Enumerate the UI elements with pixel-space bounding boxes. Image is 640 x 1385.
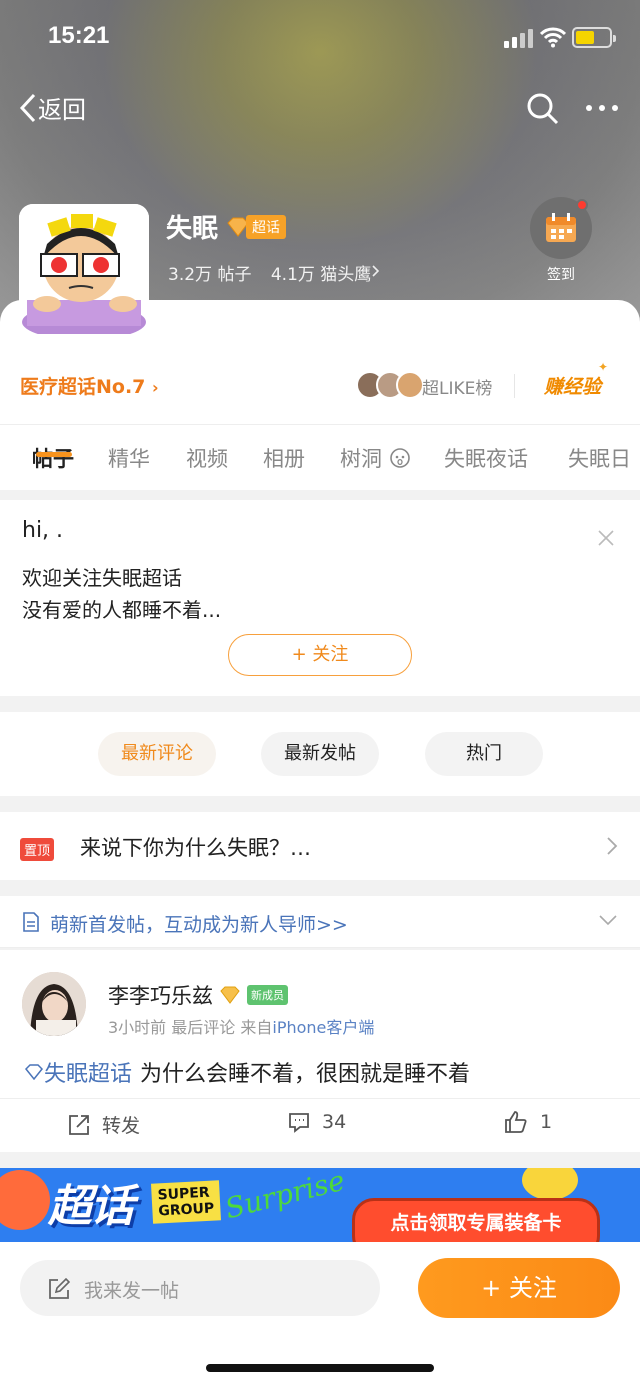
sparkle-icon: ✦: [598, 360, 609, 374]
post-client[interactable]: iPhone客户端: [272, 1018, 374, 1037]
avatar: [396, 371, 424, 399]
banner-logo: 超话: [48, 1181, 134, 1232]
like-rank-label[interactable]: 超LIKE榜: [422, 374, 492, 399]
battery-icon: [572, 27, 616, 48]
pinned-title[interactable]: 来说下你为什么失眠？…: [80, 832, 311, 862]
post-content: 为什么会睡不着，很困就是睡不着: [140, 1062, 471, 1087]
tab-video[interactable]: 视频: [186, 443, 228, 473]
chevron-right-icon: [372, 265, 380, 277]
like-avatars[interactable]: [356, 371, 424, 399]
filter-latest-post[interactable]: 最新发帖: [261, 732, 379, 776]
welcome-follow-button[interactable]: + 关注: [228, 634, 412, 676]
back-button[interactable]: 返回: [18, 90, 86, 125]
avatar[interactable]: [22, 972, 86, 1036]
wifi-icon: [540, 27, 566, 48]
signin-label: 签到: [547, 267, 575, 283]
pinned-tag: 置顶: [20, 838, 55, 861]
filter-latest-comment[interactable]: 最新评论: [98, 732, 216, 776]
notification-dot: [576, 199, 588, 211]
welcome-line1: 欢迎关注失眠超话: [22, 566, 182, 590]
post-time: 3小时前 最后评论: [108, 1018, 236, 1037]
welcome-line2: 没有爱的人都睡不着...: [22, 598, 222, 622]
chaohua-badge-label: 超话: [246, 214, 287, 239]
nav-bar: 返回: [0, 84, 640, 132]
comment-icon: [289, 1113, 309, 1133]
followers-count: 4.1万 猫头鹰: [270, 265, 372, 285]
posts-count: 3.2万 帖子: [168, 265, 252, 285]
new-member-badge: 新成员: [247, 985, 288, 1005]
close-icon[interactable]: [596, 528, 616, 548]
topic-name: 失眠: [166, 214, 219, 244]
tab-indicator: [36, 452, 72, 457]
share-icon: [69, 1114, 89, 1135]
home-indicator: [206, 1364, 434, 1372]
post-username-row[interactable]: 李李巧乐兹 新成员: [108, 980, 288, 1010]
comment-button[interactable]: 34: [288, 1111, 346, 1133]
topic-tag-label: 失眠超话: [44, 1062, 133, 1087]
post-body[interactable]: 失眠超话 为什么会睡不着，很困就是睡不着: [24, 1056, 470, 1088]
super-group-label: SUPER GROUP: [150, 1180, 221, 1224]
earn-exp-button[interactable]: 赚经验: [544, 372, 601, 399]
tab-treehole[interactable]: 树洞: [340, 443, 411, 473]
newbie-text[interactable]: 萌新首发帖，互动成为新人导师>>: [50, 910, 348, 937]
chevron-right-icon: ›: [152, 378, 159, 397]
post-from: 来自: [240, 1018, 273, 1037]
repost-label: 转发: [102, 1115, 141, 1137]
document-icon: [23, 912, 39, 932]
rank-link[interactable]: 医疗超话No.7 ›: [20, 372, 159, 399]
tab-featured[interactable]: 精华: [108, 443, 150, 473]
diamond-icon: [24, 1064, 44, 1080]
filter-hot[interactable]: 热门: [425, 732, 543, 776]
post-actions: 转发 34 1: [0, 1098, 640, 1152]
chevron-left-icon: [19, 93, 36, 122]
diamond-icon: [220, 986, 240, 1004]
tab-treehole-label: 树洞: [340, 447, 382, 471]
topic-tag[interactable]: 失眠超话: [24, 1056, 132, 1088]
more-icon[interactable]: [584, 94, 620, 122]
sun-decoration: [522, 1168, 578, 1200]
thumbs-up-icon: [505, 1111, 527, 1133]
chevron-down-icon[interactable]: [598, 914, 618, 926]
edit-icon: [49, 1278, 70, 1299]
compose-input[interactable]: [20, 1260, 380, 1316]
sun-decoration: [0, 1170, 50, 1230]
like-button[interactable]: 1: [504, 1111, 552, 1133]
signin-button[interactable]: [530, 197, 592, 259]
face-icon: [389, 448, 410, 468]
divider: [514, 374, 515, 398]
compose-placeholder[interactable]: 我来发一帖: [84, 1276, 179, 1303]
status-bar: 15:21: [0, 0, 640, 76]
tab-album[interactable]: 相册: [263, 443, 305, 473]
rank-label: 医疗超话No.7: [20, 376, 146, 398]
search-icon[interactable]: [526, 92, 560, 126]
promo-banner[interactable]: 超话 SUPER GROUP Surprise 点击领取专属装备卡: [0, 1168, 640, 1248]
status-time: 15:21: [48, 22, 110, 49]
super-line2: GROUP: [158, 1200, 215, 1220]
follow-button[interactable]: + 关注: [418, 1258, 620, 1318]
signal-icon: [504, 28, 534, 48]
topic-stats[interactable]: 3.2万 帖子 4.1万 猫头鹰: [168, 260, 385, 285]
tab-night-talk[interactable]: 失眠夜话: [444, 443, 528, 473]
repost-button[interactable]: 转发: [68, 1111, 140, 1138]
topic-title-row: 失眠 超话: [166, 208, 287, 245]
banner-cta[interactable]: 点击领取专属装备卡: [352, 1198, 600, 1248]
post-username[interactable]: 李李巧乐兹: [108, 980, 213, 1010]
tab-insomnia-diary[interactable]: 失眠日: [568, 443, 631, 473]
chaohua-badge: 超话: [226, 214, 287, 239]
chevron-right-icon: [607, 837, 618, 855]
calendar-icon: [546, 213, 576, 242]
tab-bar: 帖子 精华 视频 相册 树洞 失眠夜话 失眠日: [0, 424, 640, 488]
topic-avatar[interactable]: [19, 204, 149, 334]
post-meta: 3小时前 最后评论 来自iPhone客户端: [108, 1014, 374, 1038]
like-count: 1: [540, 1111, 553, 1133]
comment-count: 34: [322, 1111, 347, 1133]
back-label: 返回: [38, 96, 86, 124]
tab-posts[interactable]: 帖子: [32, 443, 74, 473]
welcome-greeting: hi, .: [22, 518, 64, 543]
surprise-text: Surprise: [221, 1168, 348, 1226]
